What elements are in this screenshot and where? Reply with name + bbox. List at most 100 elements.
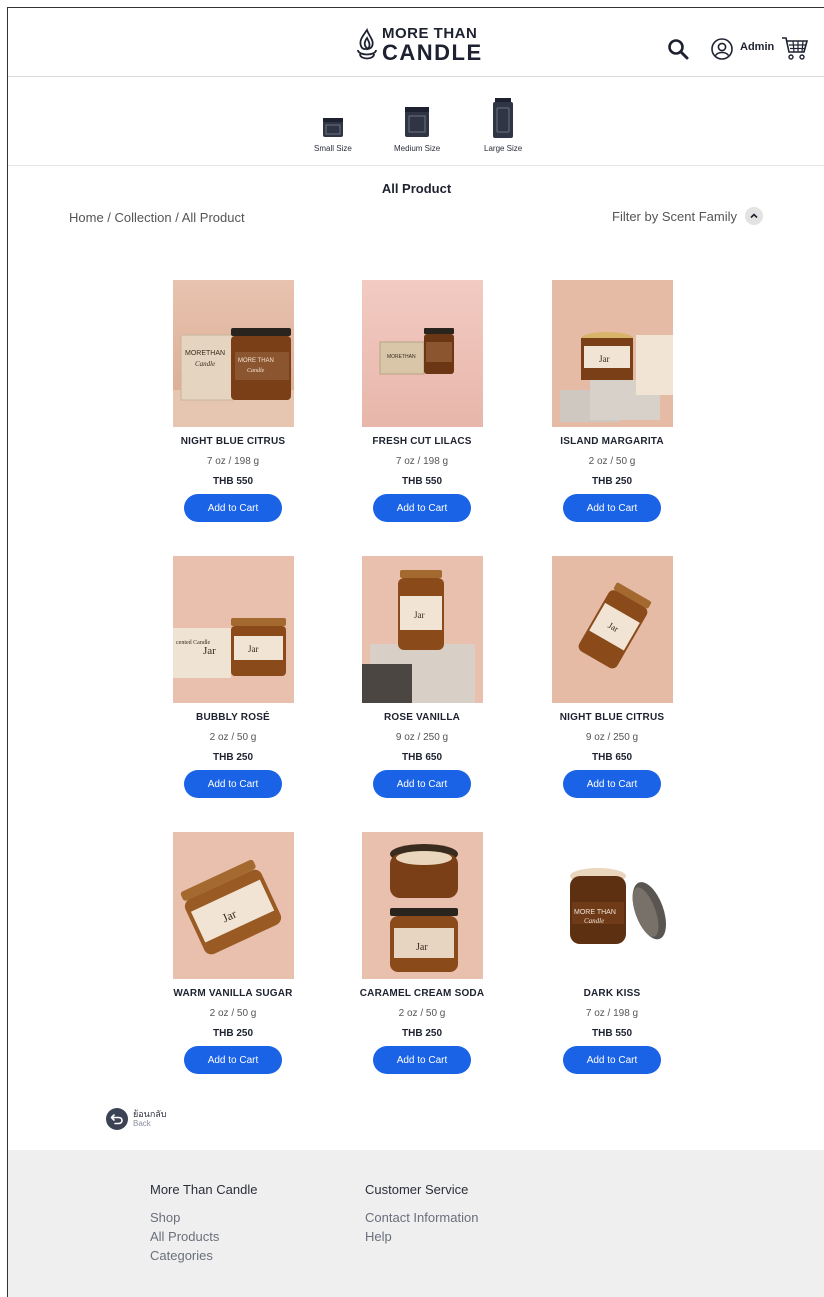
product-image[interactable]: Jar — [551, 280, 673, 427]
product-price: THB 250 — [401, 1028, 442, 1039]
add-to-cart-button[interactable]: Add to Cart — [563, 1046, 661, 1074]
product-name[interactable]: FRESH CUT LILACS — [372, 436, 471, 447]
product-card: MORETHAN Candle MORE THAN Candle NIGHT B… — [158, 280, 308, 522]
footer: More Than Candle Shop All Products Categ… — [8, 1150, 824, 1297]
footer-link-categories[interactable]: Categories — [150, 1248, 257, 1263]
product-weight: 2 oz / 50 g — [398, 1008, 446, 1019]
add-to-cart-button[interactable]: Add to Cart — [563, 770, 661, 798]
add-to-cart-button[interactable]: Add to Cart — [184, 770, 282, 798]
product-name[interactable]: ISLAND MARGARITA — [560, 436, 664, 447]
add-to-cart-button[interactable]: Add to Cart — [373, 494, 471, 522]
large-jar-icon — [493, 98, 514, 138]
search-icon[interactable] — [666, 37, 690, 61]
breadcrumb-separator: / — [103, 210, 115, 225]
svg-text:Candle: Candle — [247, 368, 265, 374]
filter-scent-family-toggle[interactable]: Filter by Scent Family — [612, 207, 763, 225]
product-image[interactable]: MORETHAN Candle MORE THAN Candle — [172, 280, 294, 427]
product-image[interactable]: Jar — [361, 556, 483, 703]
footer-heading: Customer Service — [365, 1182, 469, 1197]
user-name[interactable]: Admin — [740, 41, 774, 53]
size-label-small: Small Size — [314, 144, 352, 153]
size-selector: Small Size Medium Size Large Size — [8, 78, 824, 166]
size-option-medium[interactable]: Medium Size — [394, 106, 440, 153]
product-name[interactable]: NIGHT BLUE CITRUS — [560, 712, 665, 723]
page-title: All Product — [381, 181, 452, 196]
svg-text:Jar: Jar — [248, 644, 259, 654]
flame-logo-icon — [357, 28, 377, 60]
product-image[interactable]: Jar — [361, 832, 483, 979]
small-jar-icon — [322, 118, 343, 137]
medium-jar-icon — [405, 107, 430, 137]
product-price: THB 250 — [212, 752, 253, 763]
brand-wordmark-bottom: CANDLE — [382, 40, 483, 65]
svg-text:Jar: Jar — [416, 942, 428, 953]
add-to-cart-button[interactable]: Add to Cart — [373, 770, 471, 798]
product-weight: 2 oz / 50 g — [209, 1008, 257, 1019]
add-to-cart-button[interactable]: Add to Cart — [563, 494, 661, 522]
size-label-large: Large Size — [484, 144, 523, 153]
product-card: Jar ROSE VANILLA 9 oz / 250 g THB 650 Ad… — [347, 556, 497, 798]
svg-text:MORETHAN: MORETHAN — [185, 350, 225, 357]
product-price: THB 550 — [212, 476, 253, 487]
product-card: cented Candle Jar Jar BUBBLY ROSÉ 2 oz /… — [158, 556, 308, 798]
product-name[interactable]: NIGHT BLUE CITRUS — [181, 436, 286, 447]
back-label-en: Back — [133, 1118, 151, 1128]
product-name[interactable]: BUBBLY ROSÉ — [196, 712, 270, 723]
svg-text:MORETHAN: MORETHAN — [387, 354, 416, 360]
product-image[interactable]: MORE THAN Candle — [552, 832, 673, 979]
product-name[interactable]: WARM VANILLA SUGAR — [173, 988, 292, 999]
product-price: THB 650 — [591, 752, 632, 763]
product-price: THB 650 — [401, 752, 442, 763]
back-button[interactable]: ย้อนกลับ Back — [106, 1108, 167, 1130]
product-image[interactable]: Jar — [551, 556, 673, 703]
product-card: MORETHAN FRESH CUT LILACS 7 oz / 198 g T… — [347, 280, 497, 522]
svg-text:Jar: Jar — [414, 610, 425, 620]
brand-logo[interactable]: MORE THAN CANDLE — [354, 26, 483, 64]
chevron-up-icon[interactable] — [744, 207, 763, 225]
product-price: THB 250 — [212, 1028, 253, 1039]
product-weight: 2 oz / 50 g — [209, 732, 257, 743]
footer-column-brand: More Than Candle Shop All Products Categ… — [150, 1182, 257, 1267]
user-icon[interactable] — [710, 37, 734, 61]
back-arrow-icon — [106, 1108, 128, 1130]
product-name[interactable]: ROSE VANILLA — [384, 712, 460, 723]
breadcrumb: Home / Collection / All Product — [69, 210, 245, 225]
back-label: ย้อนกลับ Back — [133, 1109, 167, 1128]
size-option-small[interactable]: Small Size — [314, 116, 352, 153]
svg-text:MORE THAN: MORE THAN — [238, 358, 274, 364]
size-label-medium: Medium Size — [394, 144, 441, 153]
add-to-cart-button[interactable]: Add to Cart — [184, 1046, 282, 1074]
footer-heading: More Than Candle — [150, 1182, 258, 1197]
product-weight: 9 oz / 250 g — [585, 732, 639, 743]
svg-text:Candle: Candle — [584, 917, 604, 925]
add-to-cart-button[interactable]: Add to Cart — [184, 494, 282, 522]
product-card: Jar CARAMEL CREAM SODA 2 oz / 50 g THB 2… — [347, 832, 497, 1074]
footer-link-contact[interactable]: Contact Information — [365, 1210, 478, 1225]
header: MORE THAN CANDLE Admin — [8, 8, 824, 77]
product-card: Jar ISLAND MARGARITA 2 oz / 50 g THB 250… — [537, 280, 687, 522]
svg-text:MORE THAN: MORE THAN — [574, 909, 616, 916]
product-image[interactable]: cented Candle Jar Jar — [172, 556, 294, 703]
product-image[interactable]: MORETHAN — [361, 280, 483, 427]
breadcrumb-home[interactable]: Home — [69, 210, 104, 225]
product-name[interactable]: DARK KISS — [584, 988, 641, 999]
svg-text:Jar: Jar — [599, 354, 610, 364]
product-card: MORE THAN Candle DARK KISS 7 oz / 198 g … — [537, 832, 687, 1074]
size-option-large[interactable]: Large Size — [484, 98, 522, 153]
footer-link-help[interactable]: Help — [365, 1229, 478, 1244]
product-name[interactable]: CARAMEL CREAM SODA — [360, 988, 485, 999]
add-to-cart-button[interactable]: Add to Cart — [373, 1046, 471, 1074]
breadcrumb-collection[interactable]: Collection — [115, 210, 172, 225]
svg-text:Candle: Candle — [195, 360, 215, 368]
product-weight: 7 oz / 198 g — [395, 456, 449, 467]
footer-link-all-products[interactable]: All Products — [150, 1229, 257, 1244]
brand-wordmark: MORE THAN CANDLE — [382, 26, 483, 64]
brand-wordmark-top: MORE THAN — [382, 25, 478, 42]
product-card: Jar WARM VANILLA SUGAR 2 oz / 50 g THB 2… — [158, 832, 308, 1074]
product-weight: 7 oz / 198 g — [585, 1008, 639, 1019]
product-price: THB 250 — [591, 476, 632, 487]
cart-icon[interactable] — [781, 35, 809, 61]
footer-column-service: Customer Service Contact Information Hel… — [365, 1182, 478, 1248]
product-image[interactable]: Jar — [172, 832, 294, 979]
footer-link-shop[interactable]: Shop — [150, 1210, 257, 1225]
